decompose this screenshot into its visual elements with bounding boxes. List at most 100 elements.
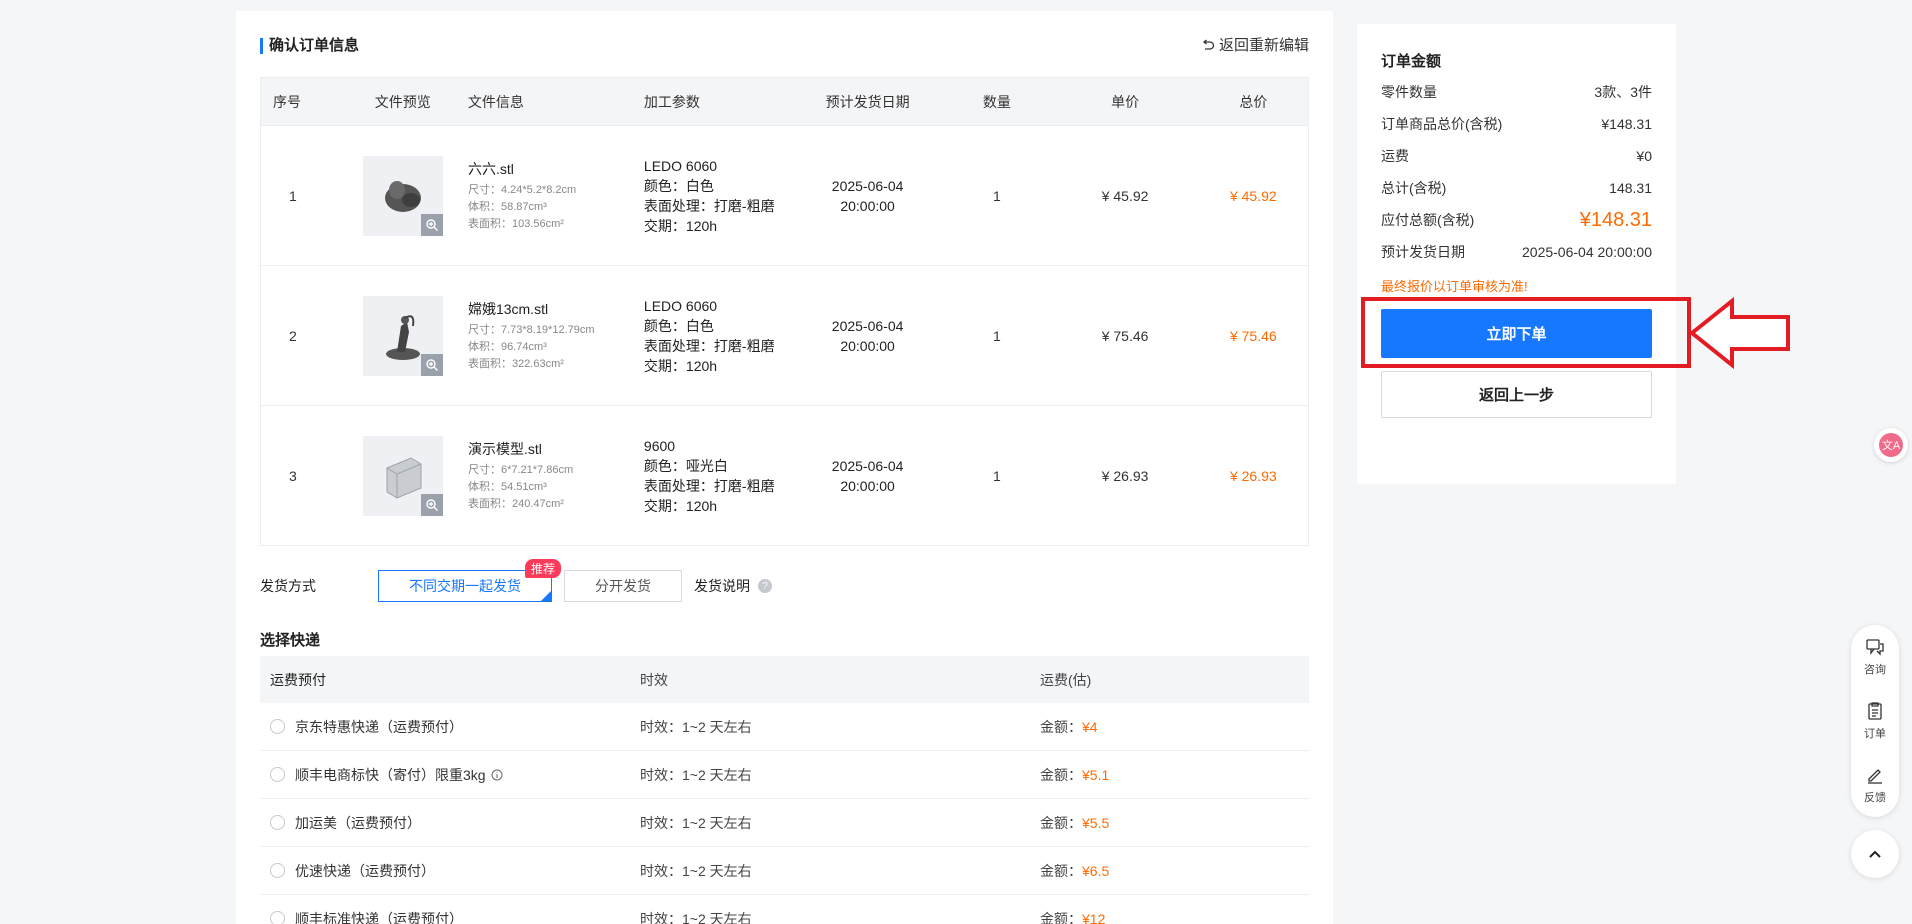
pen-icon (1868, 768, 1882, 784)
ship-date-label: 预计发货日期 (1381, 244, 1465, 260)
ship-date-day: 2025-06-04 (831, 457, 904, 474)
process-params: LEDO 6060 颜色：白色 表面处理：打磨-粗磨 交期：120h (644, 296, 793, 376)
info-icon[interactable] (491, 769, 503, 781)
fee-value: ¥12 (1082, 910, 1106, 924)
file-info: 六六.stl 尺寸：4.24*5.2*8.2cm 体积：58.87cm³ 表面积… (465, 159, 644, 233)
fee-value: ¥5.5 (1082, 814, 1110, 831)
zoom-in-icon[interactable] (420, 353, 443, 376)
fee-label: 金额： (1040, 814, 1082, 831)
file-name: 演示模型.stl (467, 440, 542, 457)
file-name: 六六.stl (467, 160, 514, 177)
back-button[interactable]: 返回上一步 (1381, 371, 1652, 418)
unit-price: ¥ 75.46 (1101, 327, 1149, 344)
total-value: 148.31 (1609, 180, 1652, 196)
zoom-in-icon[interactable] (420, 493, 443, 516)
express-row[interactable]: 顺丰标准快递（运费预付） 时效：1~2 天左右 金额：¥12 (260, 895, 1309, 924)
express-row[interactable]: 优速快递（运费预付） 时效：1~2 天左右 金额：¥6.5 (260, 847, 1309, 895)
radio-button[interactable] (270, 719, 285, 734)
ship-separately-option[interactable]: 分开发货 (564, 570, 682, 602)
fee-label: 金额： (1040, 766, 1082, 783)
express-title: 选择快递 (260, 632, 321, 649)
preview-cell (341, 155, 465, 236)
row-index: 1 (289, 187, 297, 204)
fee-label: 金额： (1040, 718, 1082, 735)
carrier-name: 加运美（运费预付） (295, 814, 421, 831)
payable-value: ¥148.31 (1579, 208, 1652, 231)
quantity: 1 (992, 467, 1001, 484)
summary-parts: 零件数量 3款、3件 (1381, 82, 1652, 102)
quote-notice: 最终报价以订单审核为准! (1381, 279, 1528, 294)
order-table: 序号 文件预览 文件信息 加工参数 预计发货日期 数量 单价 总价 1 六六.s… (260, 77, 1309, 546)
radio-button[interactable] (270, 911, 285, 924)
surface-finish: 表面处理：打磨-粗磨 (643, 477, 775, 494)
floating-toolbar: 咨询 订单 反馈 (1851, 625, 1899, 817)
carrier-time: 时效：1~2 天左右 (640, 862, 752, 879)
lead-time: 交期：120h (643, 357, 718, 374)
re-edit-link[interactable]: 返回重新编辑 (1201, 35, 1309, 57)
orders-button[interactable]: 订单 (1851, 689, 1899, 753)
radio-button[interactable] (270, 863, 285, 878)
feedback-button[interactable]: 反馈 (1851, 753, 1899, 817)
clipboard-icon (1868, 701, 1882, 720)
color: 颜色：哑光白 (643, 457, 728, 474)
recommend-badge: 推荐 (524, 559, 561, 578)
express-row[interactable]: 加运美（运费预付） 时效：1~2 天左右 金额：¥5.5 (260, 799, 1309, 847)
orders-label: 订单 (1864, 727, 1886, 740)
radio-button[interactable] (270, 767, 285, 782)
order-section-header: 确认订单信息 返回重新编辑 (260, 35, 1309, 59)
payable-label: 应付总额(含税) (1381, 212, 1475, 228)
zoom-in-icon[interactable] (420, 213, 443, 236)
chat-icon (1866, 638, 1884, 656)
color: 颜色：白色 (643, 317, 714, 334)
fee-label: 金额： (1040, 910, 1082, 924)
model-thumbnail[interactable] (362, 435, 443, 516)
radio-button[interactable] (270, 815, 285, 830)
surface-finish: 表面处理：打磨-粗磨 (643, 337, 775, 354)
model-thumbnail[interactable] (362, 295, 443, 376)
col-carrier: 运费预付 (270, 671, 326, 688)
fee-value: ¥5.1 (1082, 766, 1110, 783)
file-volume: 体积：58.87cm³ (467, 200, 547, 213)
col-unit-price: 单价 (1111, 93, 1140, 110)
goods-value: ¥148.31 (1601, 116, 1652, 132)
summary-total: 总计(含税) 148.31 (1381, 178, 1652, 198)
col-quantity: 数量 (982, 93, 1011, 110)
material: 9600 (643, 437, 676, 454)
carrier-name: 顺丰电商标快（寄付）限重3kg (295, 766, 486, 783)
express-row[interactable]: 京东特惠快递（运费预付） 时效：1~2 天左右 金额：¥4 (260, 703, 1309, 751)
shipping-method-label: 发货方式 (260, 578, 316, 594)
ship-date-time: 20:00:00 (840, 477, 895, 494)
help-icon[interactable]: ? (758, 579, 772, 593)
fee-value: ¥4 (1082, 718, 1098, 735)
fee-value: ¥6.5 (1082, 862, 1110, 879)
fee-label: 金额： (1040, 862, 1082, 879)
translate-button[interactable]: 文A (1874, 428, 1908, 462)
express-row[interactable]: 顺丰电商标快（寄付）限重3kg 时效：1~2 天左右 金额：¥5.1 (260, 751, 1309, 799)
model-thumbnail[interactable] (362, 155, 443, 236)
file-area: 表面积：322.63cm² (467, 357, 564, 370)
lead-time: 交期：120h (643, 497, 718, 514)
ship-date-value: 2025-06-04 20:00:00 (1522, 244, 1652, 260)
col-file-info: 文件信息 (467, 93, 524, 110)
ship-date-day: 2025-06-04 (831, 177, 904, 194)
back-to-top-button[interactable] (1851, 830, 1899, 878)
preview-cell (341, 295, 465, 376)
carrier-time: 时效：1~2 天左右 (640, 718, 752, 735)
consult-button[interactable]: 咨询 (1851, 625, 1899, 689)
file-name: 嫦娥13cm.stl (467, 300, 549, 317)
order-row: 1 六六.stl 尺寸：4.24*5.2*8.2cm 体积：58.87cm³ 表… (261, 125, 1308, 265)
total-label: 总计(含税) (1381, 180, 1447, 196)
summary-freight: 运费 ¥0 (1381, 146, 1652, 166)
freight-label: 运费 (1381, 148, 1409, 164)
file-size: 尺寸：6*7.21*7.86cm (467, 463, 574, 476)
col-total-price: 总价 (1239, 93, 1268, 110)
shipping-explain: 发货说明 (694, 578, 750, 594)
total-price: ¥ 26.93 (1229, 467, 1277, 484)
ship-together-option[interactable]: 不同交期一起发货 推荐 (378, 559, 561, 602)
undo-icon (1202, 39, 1215, 50)
carrier-name: 优速快递（运费预付） (295, 862, 435, 879)
summary-payable: 应付总额(含税) ¥148.31 (1381, 208, 1652, 231)
file-volume: 体积：54.51cm³ (467, 480, 547, 493)
carrier-name: 京东特惠快递（运费预付） (295, 718, 463, 735)
order-row: 3 演示模型.stl 尺寸：6*7.21*7.86cm 体积：54.51cm³ … (261, 405, 1308, 545)
